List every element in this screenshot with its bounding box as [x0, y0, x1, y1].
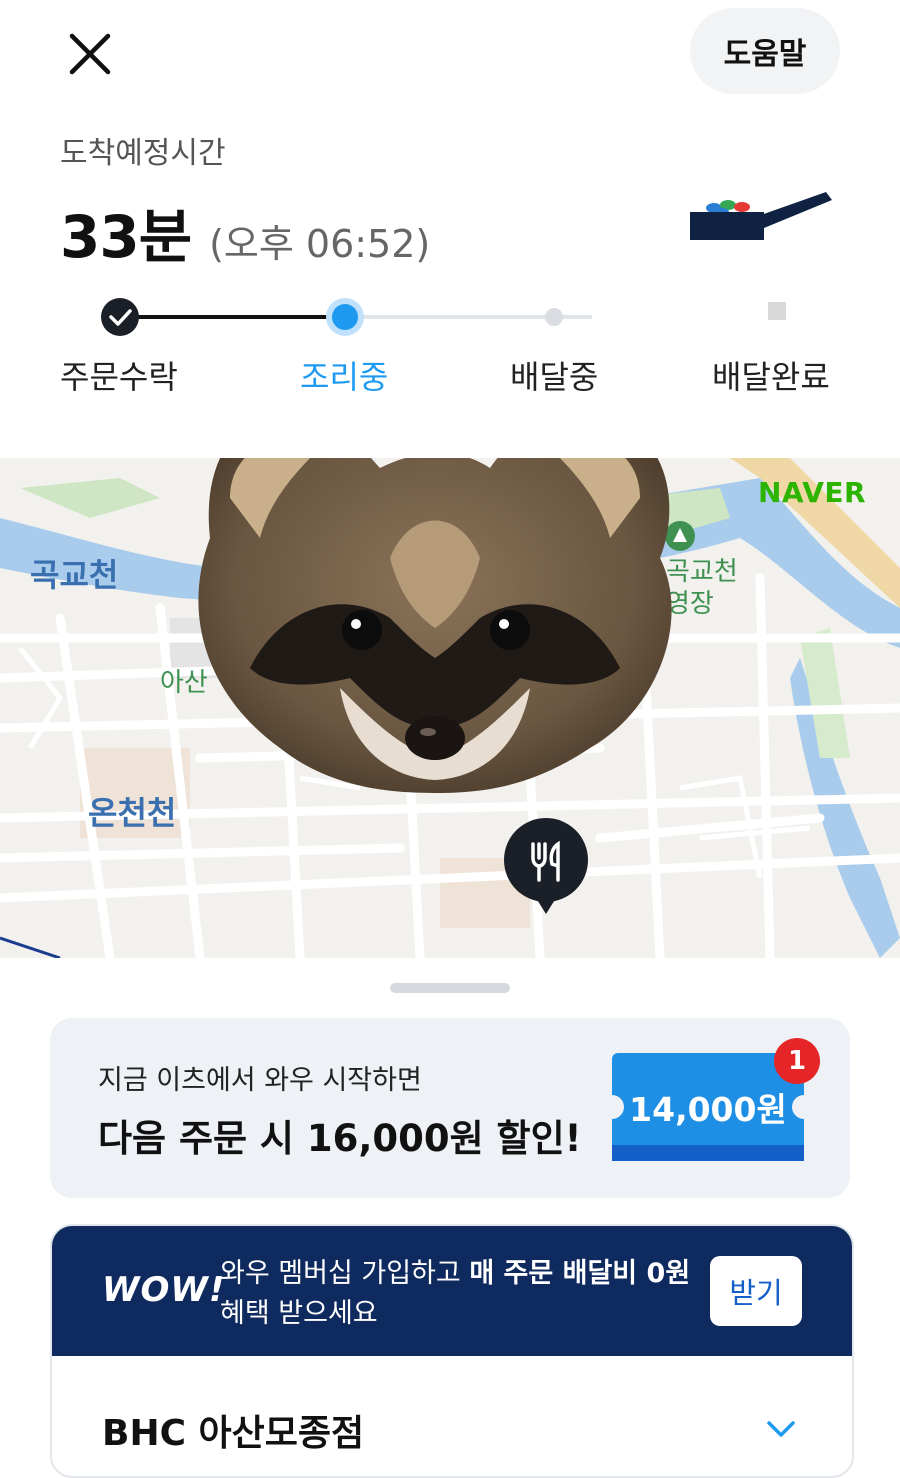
step-pending-marker [545, 308, 563, 326]
step-final-marker [768, 302, 786, 320]
naver-map-logo: NAVER [758, 476, 867, 509]
progress-track [101, 298, 786, 336]
map-label-river: 곡교천 [30, 556, 119, 594]
step-label-delivering: 배달중 [510, 358, 599, 396]
coupon-amount: 14,000원 [629, 1090, 787, 1129]
wow-message-bold: 매 주문 배달비 0원 [469, 1258, 691, 1289]
store-name: BHC 아산모종점 [102, 1413, 365, 1454]
order-info-card: WOW! 와우 멤버십 가입하고 매 주문 배달비 0원 혜택 받으세요 받기 … [50, 1224, 854, 1478]
delivery-map[interactable]: 곡교천 곡교천 영장 아산 온천천 NAVER [0, 458, 900, 958]
eta-clock-time: (오후 06:52) [209, 222, 431, 266]
wow-logo: WOW! [102, 1270, 226, 1310]
close-icon [69, 33, 111, 75]
wow-message-normal: 와우 멤버십 가입하고 [220, 1258, 470, 1289]
promo-title: 다음 주문 시 16,000원 할인! [98, 1117, 582, 1160]
help-button[interactable]: 도움말 [690, 8, 840, 94]
step-done-marker [101, 298, 139, 336]
step-label-accepted: 주문수락 [60, 358, 178, 396]
close-button[interactable] [62, 26, 118, 82]
promo-card[interactable]: 지금 이츠에서 와우 시작하면 다음 주문 시 16,000원 할인! 14,0… [50, 1018, 850, 1198]
coupon-count-badge: 1 [774, 1038, 820, 1084]
eta-label: 도착예정시간 [60, 136, 226, 171]
chevron-down-icon[interactable] [764, 1412, 798, 1446]
restaurant-pin-icon[interactable] [502, 818, 592, 918]
promo-subtitle: 지금 이츠에서 와우 시작하면 [98, 1065, 422, 1096]
step-label-cooking: 조리중 [300, 358, 389, 396]
raccoon-face-image [198, 458, 672, 793]
wow-receive-button[interactable]: 받기 [710, 1256, 802, 1326]
frying-pan-icon [690, 192, 832, 240]
sheet-drag-handle[interactable] [390, 983, 510, 993]
eta-row: 33분 (오후 06:52) [60, 190, 430, 274]
wow-membership-banner[interactable]: WOW! 와우 멤버십 가입하고 매 주문 배달비 0원 혜택 받으세요 받기 [52, 1226, 852, 1356]
step-label-delivered: 배달완료 [712, 358, 830, 396]
map-label-oncheoncheon: 온천천 [88, 794, 177, 832]
wow-message: 와우 멤버십 가입하고 매 주문 배달비 0원 혜택 받으세요 [220, 1254, 710, 1334]
eta-minutes: 33분 [60, 203, 192, 271]
step-active-marker [326, 298, 364, 336]
wow-message-line2: 혜택 받으세요 [220, 1298, 378, 1329]
